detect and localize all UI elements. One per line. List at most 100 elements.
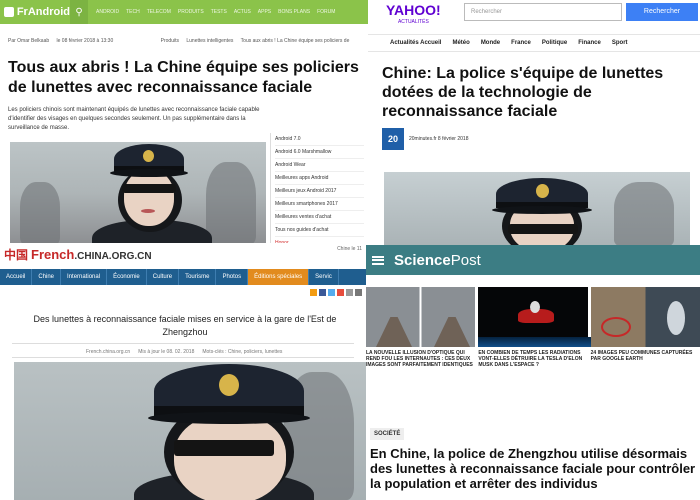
search-icon[interactable]: ⚲ [70, 0, 88, 24]
nav-item[interactable]: Politique [542, 40, 567, 46]
nav-item[interactable]: Tourisme [179, 269, 217, 285]
china-header: 中国 French.CHINA.ORG.CN [0, 243, 366, 265]
meta-date: Mis à jour le 08. 02. 2018 [138, 349, 195, 355]
nav-item[interactable]: Finance [578, 40, 601, 46]
nav-item[interactable]: Servic [309, 269, 339, 285]
byline: Par Omar Belkaab le 08 février 2018 à 13… [0, 24, 368, 44]
china-nav: Accueil Chine International Économie Cul… [0, 269, 366, 285]
author[interactable]: Par Omar Belkaab [8, 38, 49, 44]
sidebar-link[interactable]: Android 7.0 [275, 133, 364, 146]
related-article-caption: LA NOUVELLE ILLUSION D'OPTIQUE QUI REND … [366, 350, 473, 368]
divider [12, 343, 354, 344]
related-article-caption: 24 IMAGES PEU COMMUNES CAPTURÉES PAR GOO… [590, 350, 693, 362]
china-org-logo[interactable]: French.CHINA.ORG.CN [31, 247, 152, 262]
article-title: Chine: La police s'équipe de lunettes do… [382, 65, 664, 120]
menu-item[interactable]: PRODUITS [178, 9, 204, 15]
policewoman-photo [10, 142, 266, 244]
yahoo-nav: Actualités Accueil Météo Monde France Po… [368, 34, 700, 52]
article-title: En Chine, la police de Zhengzhou utilise… [370, 446, 696, 491]
nav-item[interactable]: Sport [612, 40, 628, 46]
source-line: 20 20minutes.fr 8 février 2018 [382, 128, 468, 150]
search-input[interactable]: Rechercher [464, 3, 622, 21]
facebook-icon[interactable] [319, 289, 326, 296]
nav-item[interactable]: Météo [452, 40, 469, 46]
nav-item[interactable]: Photos [216, 269, 249, 285]
sidebar-link[interactable]: Android Wear [275, 159, 364, 172]
breadcrumb-item[interactable]: Produits [161, 38, 179, 44]
frandroid-article: FrAndroid ⚲ ANDROID TECH TELECOM PRODUIT… [0, 0, 368, 248]
china-flag-logo[interactable]: 中国 [4, 246, 28, 263]
yahoo-article: YAHOO! ACTUALITÉS Rechercher Rechercher … [368, 0, 700, 246]
sidebar-link[interactable]: Android 6.0 Marshmallow [275, 146, 364, 159]
sidebar-link[interactable]: Meilleures ventes d'achat [275, 211, 364, 224]
print-icon[interactable] [346, 289, 353, 296]
menu-item[interactable]: TECH [126, 9, 140, 15]
article-lead: Les policiers chinois sont maintenant éq… [8, 107, 260, 131]
nav-item-highlighted[interactable]: Éditions spéciales [248, 269, 310, 285]
google-plus-icon[interactable] [337, 289, 344, 296]
twitter-icon[interactable] [328, 289, 335, 296]
menu-item[interactable]: APPS [258, 9, 271, 15]
optical-illusion-thumbnail [366, 287, 476, 347]
menu-icon[interactable] [372, 255, 384, 265]
nav-item[interactable]: Actualités Accueil [390, 40, 441, 46]
nav-item[interactable]: Économie [107, 269, 147, 285]
menu-item[interactable]: BONS PLANS [278, 9, 310, 15]
breadcrumb-item[interactable]: Tous aux abris ! La Chine équipe ses pol… [241, 38, 350, 44]
frandroid-menu: ANDROID TECH TELECOM PRODUITS TESTS ACTU… [88, 9, 335, 15]
menu-item[interactable]: ACTUS [234, 9, 251, 15]
article-meta: French.china.org.cn Mis à jour le 08. 02… [86, 349, 282, 355]
sciencepost-header: SciencePost [366, 245, 700, 275]
sidebar-link[interactable]: Meilleurs smartphones 2017 [275, 198, 364, 211]
google-earth-thumbnail [590, 287, 700, 347]
rss-icon[interactable] [310, 289, 317, 296]
meta-source: French.china.org.cn [86, 349, 131, 355]
menu-item[interactable]: ANDROID [96, 9, 119, 15]
related-article-card[interactable]: 24 IMAGES PEU COMMUNES CAPTURÉES PAR GOO… [590, 287, 700, 368]
sidebar-link[interactable]: Meilleurs jeux Android 2017 [275, 185, 364, 198]
search-button[interactable]: Rechercher [626, 3, 698, 21]
nav-item[interactable]: Monde [481, 40, 500, 46]
nav-item[interactable]: France [511, 40, 531, 46]
share-icons [310, 289, 362, 296]
breadcrumb-item[interactable]: Lunettes intelligentes [186, 38, 233, 44]
nav-item[interactable]: Accueil [0, 269, 33, 285]
menu-item[interactable]: TESTS [211, 9, 227, 15]
frandroid-logo[interactable]: FrAndroid [4, 6, 70, 18]
related-articles: LA NOUVELLE ILLUSION D'OPTIQUE QUI REND … [366, 287, 700, 368]
policewoman-photo [384, 172, 690, 246]
divider [12, 357, 354, 358]
sidebar-link[interactable]: Meilleures apps Android [275, 172, 364, 185]
related-article-card[interactable]: EN COMBIEN DE TEMPS LES RADIATIONS VONT-… [478, 287, 593, 368]
related-article-card[interactable]: LA NOUVELLE ILLUSION D'OPTIQUE QUI REND … [366, 287, 476, 368]
top-right-link[interactable]: Chine le 11 [337, 246, 362, 252]
related-article-caption: EN COMBIEN DE TEMPS LES RADIATIONS VONT-… [478, 350, 583, 368]
category-tag[interactable]: SOCIÉTÉ [370, 428, 405, 440]
sciencepost-logo[interactable]: SciencePost [394, 252, 481, 269]
article-title: Tous aux abris ! La Chine équipe ses pol… [8, 59, 359, 96]
policewoman-illustration [10, 142, 266, 244]
source-name[interactable]: 20minutes.fr [409, 136, 437, 142]
yahoo-logo[interactable]: YAHOO! ACTUALITÉS [386, 3, 441, 28]
meta-keywords: Mots-clés : Chine, policiers, lunettes [202, 349, 283, 355]
china-org-article: 中国 French.CHINA.ORG.CN Chine le 11 Accue… [0, 243, 366, 500]
nav-item[interactable]: Culture [147, 269, 180, 285]
policewoman-illustration [14, 362, 366, 500]
nav-item[interactable]: International [61, 269, 108, 285]
android-icon [4, 7, 14, 17]
policewoman-photo [14, 362, 366, 500]
email-icon[interactable] [355, 289, 362, 296]
20minutes-icon[interactable]: 20 [382, 128, 404, 150]
nav-item[interactable]: Chine [32, 269, 62, 285]
frandroid-navbar: FrAndroid ⚲ ANDROID TECH TELECOM PRODUIT… [0, 0, 368, 24]
menu-item[interactable]: TELECOM [147, 9, 171, 15]
date: 8 février 2018 [437, 136, 469, 142]
policewoman-illustration [384, 172, 690, 246]
sidebar-links: Android 7.0 Android 6.0 Marshmallow Andr… [270, 133, 364, 246]
sidebar-link[interactable]: Tous nos guides d'achat [275, 224, 364, 237]
sciencepost-article: SciencePost LA NOUVELLE ILLUSION D'OPTIQ… [366, 245, 700, 500]
menu-item[interactable]: FORUM [317, 9, 335, 15]
date: le 08 février 2018 à 13:30 [56, 38, 114, 44]
article-title: Des lunettes à reconnaissance faciale mi… [33, 314, 337, 337]
tesla-space-thumbnail [478, 287, 593, 347]
